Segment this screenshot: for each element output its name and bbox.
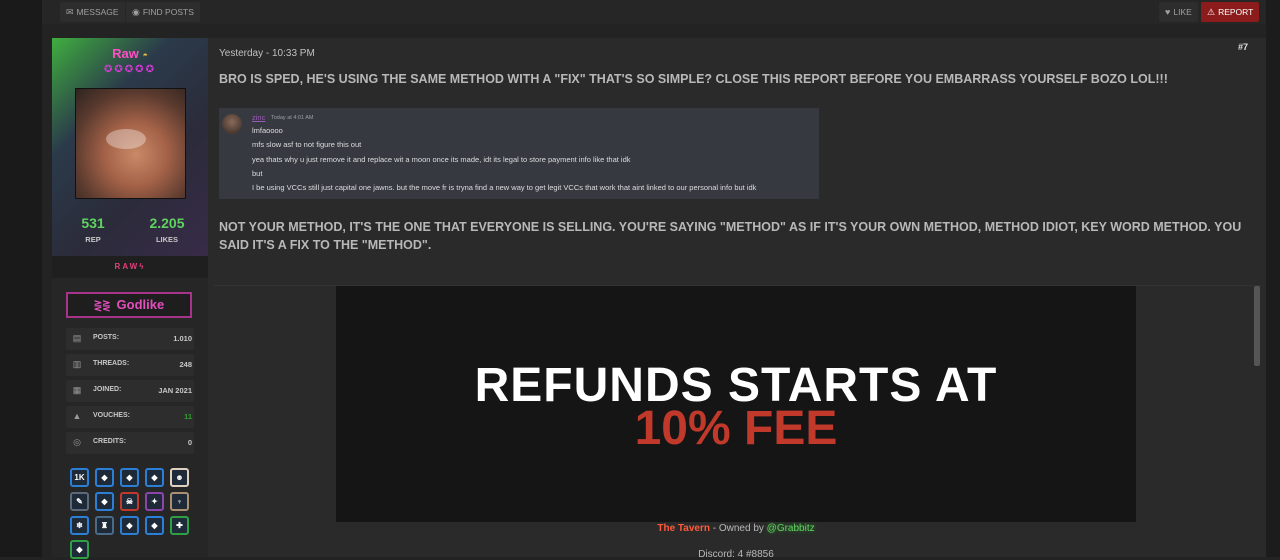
discord-line: lmfaoooo — [252, 126, 283, 135]
vouches-label: VOUCHES: — [93, 412, 130, 419]
post-number[interactable]: #7 — [1238, 42, 1248, 52]
gem-badge-icon[interactable]: ◆ — [145, 468, 164, 487]
user-tag: RAWϟ — [52, 256, 208, 278]
info-row-credits: ◎ CREDITS: 0 — [66, 432, 194, 454]
devil-badge-icon[interactable]: ☻ — [170, 468, 189, 487]
snowflake-badge-icon[interactable]: ❄ — [70, 516, 89, 535]
like-label: LIKE — [1173, 7, 1192, 17]
username-text: Raw — [112, 46, 139, 61]
heart-icon: ♥ — [1165, 7, 1171, 17]
message-label: MESSAGE — [76, 7, 119, 17]
threads-label: THREADS: — [93, 360, 130, 367]
likes-label: LIKES — [155, 235, 179, 244]
report-label: REPORT — [1218, 7, 1254, 17]
info-row-vouches: ▲ VOUCHES: 11 — [66, 406, 194, 428]
credits-value: 0 — [187, 438, 192, 447]
joined-label: JOINED: — [93, 386, 122, 393]
posts-label: POSTS: — [93, 334, 120, 341]
discord-line: but — [252, 169, 263, 178]
report-button[interactable]: ⚠ REPORT — [1201, 2, 1260, 22]
bolt-icon: ϟ — [139, 262, 146, 271]
info-row-joined: ▦ JOINED: JAN 2021 — [66, 380, 194, 402]
skull-badge-icon[interactable]: ☠ — [120, 492, 139, 511]
wings-icon: ⋛⋛ — [93, 301, 111, 312]
post-paragraph-2: NOT YOUR METHOD, IT'S THE ONE THAT EVERY… — [219, 220, 1242, 252]
rep-value: 531 — [81, 215, 105, 231]
discord-timestamp: Today at 4:01 AM — [271, 115, 314, 121]
owned-by-text: - Owned by — [709, 523, 767, 534]
discord-contact: Discord: 4 #8856 — [698, 549, 774, 560]
signature-scrollbar[interactable] — [1254, 286, 1260, 366]
left-gutter — [0, 0, 42, 557]
figure-badge-icon[interactable]: ♜ — [95, 516, 114, 535]
like-button[interactable]: ♥ LIKE — [1159, 2, 1198, 22]
badge-1k[interactable]: 1K — [70, 468, 89, 487]
coins-icon: ◎ — [73, 437, 81, 447]
envelope-icon: ✉ — [66, 7, 74, 17]
username[interactable]: Raw ◓ — [52, 46, 208, 61]
signature-footer: The Tavern - Owned by @Grabbitz — [336, 523, 1136, 534]
find-posts-button[interactable]: ◉ FIND POSTS — [126, 2, 200, 22]
discord-line: yea thats why u just remove it and repla… — [252, 155, 631, 164]
thumbs-up-icon: ▲ — [72, 411, 82, 421]
info-row-threads: ▥ THREADS: 248 — [66, 354, 194, 376]
discord-avatar — [222, 114, 242, 134]
post-paragraph-1: BRO IS SPED, HE'S USING THE SAME METHOD … — [219, 72, 1168, 86]
calendar-icon: ▦ — [72, 385, 82, 395]
purple-badge-icon[interactable]: ✦ — [145, 492, 164, 511]
discord-line: I be using VCCs still just capital one j… — [252, 183, 757, 192]
posts-value: 1.010 — [173, 334, 192, 343]
rank-badge: ⋛⋛ Godlike — [66, 292, 192, 318]
tavern-link[interactable]: The Tavern — [657, 523, 710, 534]
credits-label: CREDITS: — [93, 438, 127, 445]
right-gutter — [1266, 0, 1280, 557]
rank-label: Godlike — [116, 297, 165, 312]
post-date[interactable]: Yesterday - 10:33 PM — [219, 48, 315, 59]
find-posts-label: FIND POSTS — [142, 7, 194, 17]
gem-badge-icon[interactable]: ◆ — [95, 492, 114, 511]
avatar[interactable] — [75, 88, 186, 199]
gem-badge-icon[interactable]: ◆ — [145, 516, 164, 535]
gem-badge-icon[interactable]: ◆ — [120, 516, 139, 535]
warning-icon: ⚠ — [1207, 7, 1216, 17]
discord-username: zinc — [252, 113, 266, 122]
eye-icon: ◉ — [132, 7, 140, 17]
page: ✉ MESSAGE ◉ FIND POSTS ♥ LIKE ⚠ REPORT Raw ◓… — [0, 0, 1280, 560]
user-stars: ✪✪✪✪✪ — [104, 64, 156, 75]
banner-fee: 10% FEE — [634, 402, 838, 455]
vouches-value[interactable]: 11 — [184, 412, 192, 421]
plus-badge-icon[interactable]: ✚ — [170, 516, 189, 535]
deer-badge-icon[interactable]: ♆ — [170, 492, 189, 511]
discord-line: mfs slow asf to not figure this out — [252, 140, 362, 149]
diamond-badge-icon[interactable]: ◆ — [95, 468, 114, 487]
pen-badge-icon[interactable]: ✎ — [70, 492, 89, 511]
info-row-posts: ▤ POSTS: 1.010 — [66, 328, 194, 350]
comments-icon: ▤ — [72, 333, 82, 343]
green-gem-badge-icon[interactable]: ◆ — [70, 540, 89, 559]
rep-label: REP — [85, 235, 101, 244]
threads-value: 248 — [179, 360, 192, 369]
avatar-highlight — [106, 129, 146, 149]
book-icon: ▥ — [72, 359, 82, 369]
message-button[interactable]: ✉ MESSAGE — [60, 2, 125, 22]
gem-badge-icon[interactable]: ◆ — [120, 468, 139, 487]
halo-icon: ◓ — [142, 50, 148, 60]
post-toolbar — [42, 0, 1266, 24]
user-tag-text: RAW — [114, 262, 140, 271]
owner-mention[interactable]: @Grabbitz — [767, 523, 815, 534]
joined-value: JAN 2021 — [158, 386, 192, 395]
likes-value: 2.205 — [149, 215, 185, 231]
badge-1k-text: 1K — [74, 473, 85, 482]
